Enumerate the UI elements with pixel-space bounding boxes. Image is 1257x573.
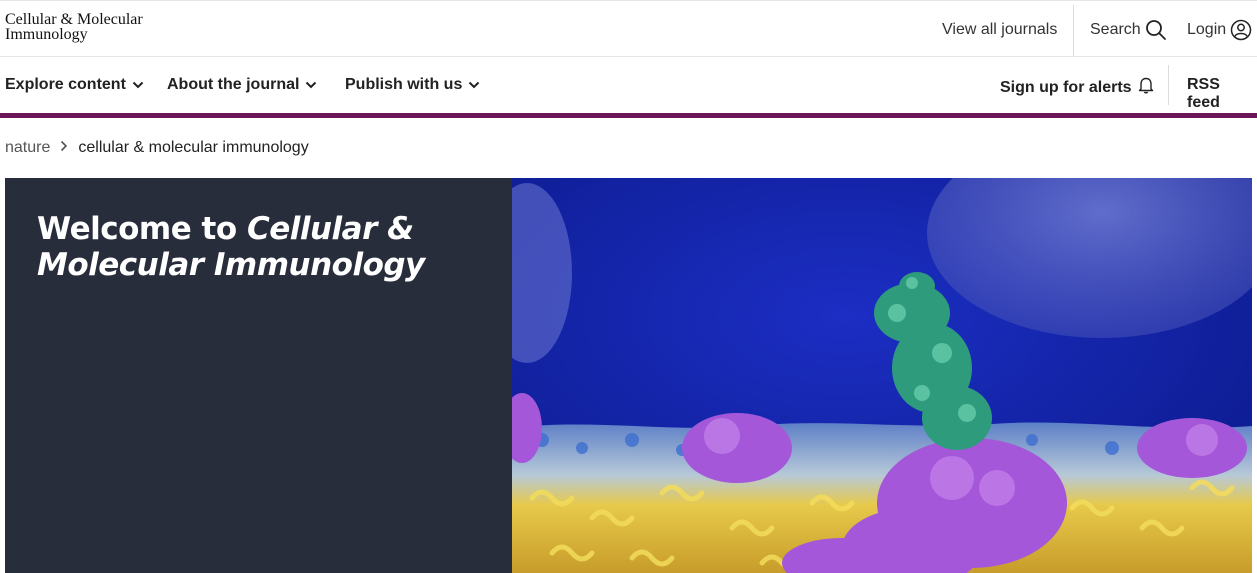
nav-publish-label: Publish with us: [345, 76, 463, 93]
rss-feed-link[interactable]: RSS feed: [1187, 76, 1257, 112]
nav-publish-with-us[interactable]: Publish with us: [345, 76, 480, 94]
nav-about-journal[interactable]: About the journal: [167, 76, 317, 94]
nav-explore-content[interactable]: Explore content: [5, 76, 144, 94]
chevron-down-icon: [132, 76, 144, 94]
breadcrumb: nature cellular & molecular immunology: [5, 139, 309, 157]
view-all-journals-label: View all journals: [942, 21, 1058, 38]
sign-up-alerts-link[interactable]: Sign up for alerts: [1000, 76, 1154, 99]
bell-icon: [1138, 76, 1154, 99]
login-button[interactable]: Login: [1187, 19, 1252, 41]
user-icon: [1230, 19, 1252, 41]
search-icon: [1145, 19, 1167, 41]
rss-label: RSS feed: [1187, 76, 1220, 111]
chevron-down-icon: [468, 76, 480, 94]
breadcrumb-current: cellular & molecular immunology: [78, 139, 309, 156]
logo-line-1: Cellular & Molecular: [5, 11, 143, 28]
hero-cover-image: [512, 178, 1252, 573]
search-button[interactable]: Search: [1090, 19, 1167, 41]
hero-title-prefix: Welcome to: [37, 211, 247, 247]
login-label: Login: [1187, 21, 1227, 38]
hero-text-panel: Welcome to Cellular & Molecular Immunolo…: [5, 178, 512, 573]
breadcrumb-home-link[interactable]: nature: [5, 139, 50, 157]
main-navigation: Explore content About the journal Publis…: [0, 57, 1257, 118]
chevron-down-icon: [305, 76, 317, 94]
divider: [1168, 65, 1169, 105]
nav-about-label: About the journal: [167, 76, 300, 93]
journal-logo[interactable]: Cellular & Molecular Immunology: [5, 11, 143, 43]
hero-banner: Welcome to Cellular & Molecular Immunolo…: [5, 178, 1252, 573]
top-bar: Cellular & Molecular Immunology View all…: [0, 0, 1257, 57]
search-label: Search: [1090, 21, 1141, 38]
alerts-label: Sign up for alerts: [1000, 78, 1132, 96]
nav-explore-label: Explore content: [5, 76, 126, 93]
logo-line-2: Immunology: [5, 26, 88, 43]
hero-title: Welcome to Cellular & Molecular Immunolo…: [37, 211, 477, 283]
divider: [1073, 5, 1074, 57]
chevron-right-icon: [60, 139, 68, 157]
view-all-journals-link[interactable]: View all journals: [942, 21, 1057, 39]
